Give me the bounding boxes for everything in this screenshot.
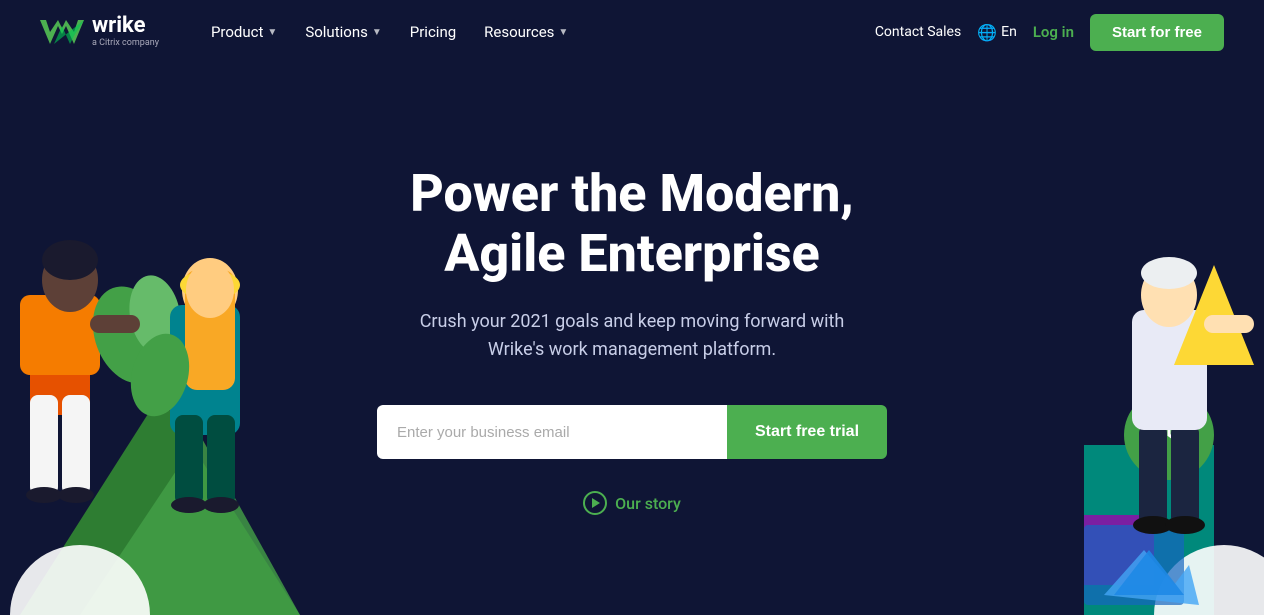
globe-icon: 🌐: [977, 23, 997, 42]
login-button[interactable]: Log in: [1033, 23, 1074, 41]
hero-content: Power the Modern, Agile Enterprise Crush…: [377, 164, 887, 515]
logo-subtitle: a Citrix company: [92, 37, 159, 50]
nav-resources[interactable]: Resources ▼: [472, 15, 580, 49]
email-input[interactable]: [377, 405, 727, 459]
our-story-label: Our story: [615, 494, 681, 513]
nav-right: Contact Sales 🌐 En Log in Start for free: [875, 14, 1224, 51]
start-trial-button[interactable]: Start free trial: [727, 405, 887, 459]
language-selector[interactable]: 🌐 En: [977, 23, 1017, 42]
play-triangle: [592, 498, 600, 508]
hero-title: Power the Modern, Agile Enterprise: [377, 164, 887, 284]
navbar: wrike a Citrix company Product ▼ Solutio…: [0, 0, 1264, 64]
contact-sales-link[interactable]: Contact Sales: [875, 24, 961, 40]
chevron-down-icon: ▼: [267, 27, 277, 38]
nav-solutions[interactable]: Solutions ▼: [293, 15, 393, 49]
start-free-button[interactable]: Start for free: [1090, 14, 1224, 51]
cta-form: Start free trial: [377, 405, 887, 459]
left-illustration: [0, 95, 300, 615]
chevron-down-icon: ▼: [372, 27, 382, 38]
logo[interactable]: wrike a Citrix company: [40, 12, 159, 52]
nav-links: Product ▼ Solutions ▼ Pricing Resources …: [199, 15, 875, 49]
nav-product[interactable]: Product ▼: [199, 15, 289, 49]
nav-pricing[interactable]: Pricing: [398, 15, 468, 49]
hero-section: Power the Modern, Agile Enterprise Crush…: [0, 64, 1264, 615]
play-icon: [583, 491, 607, 515]
right-illustration: [984, 95, 1264, 615]
hero-subtitle: Crush your 2021 goals and keep moving fo…: [377, 308, 887, 366]
logo-brand: wrike: [92, 15, 159, 37]
chevron-down-icon: ▼: [558, 27, 568, 38]
our-story-link[interactable]: Our story: [377, 491, 887, 515]
